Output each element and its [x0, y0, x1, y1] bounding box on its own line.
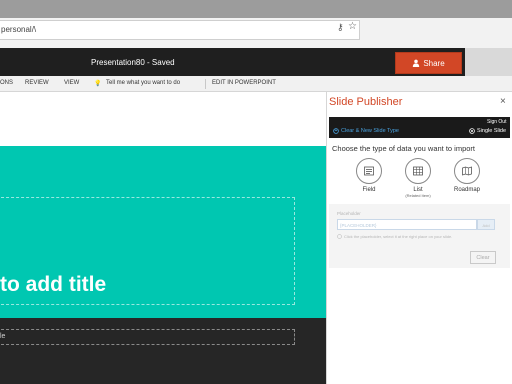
placeholder-label: Placeholder	[337, 211, 361, 216]
clear-new-label: Clear & New Slide Type	[341, 128, 399, 134]
choice-roadmap-label: Roadmap	[453, 187, 480, 193]
choice-field-label: Field	[362, 187, 376, 193]
clear-button[interactable]: Clear	[470, 251, 496, 264]
choice-field[interactable]: Field	[349, 158, 389, 193]
address-bar[interactable]: personal/\	[0, 20, 360, 40]
lightbulb-icon: 💡	[94, 81, 102, 87]
single-slide-option[interactable]: Single Slide	[469, 128, 506, 134]
refresh-icon	[333, 128, 339, 134]
share-button[interactable]: Share	[395, 52, 462, 74]
tab-review[interactable]: REVIEW	[25, 80, 49, 86]
choice-roadmap[interactable]: Roadmap	[447, 158, 487, 193]
subtitle-placeholder[interactable]	[0, 329, 295, 345]
bookmark-star-icon[interactable]: ☆	[348, 21, 357, 32]
radio-icon	[469, 128, 475, 134]
share-label: Share	[423, 58, 445, 68]
ribbon-tabs: ONS REVIEW VIEW 💡 Tell me what you want …	[0, 76, 512, 92]
map-icon	[454, 158, 480, 184]
key-icon[interactable]: ⚷	[337, 22, 344, 33]
slide-title[interactable]: to add title	[0, 273, 106, 297]
info-icon	[337, 234, 342, 239]
app-title-bar-right	[465, 48, 512, 76]
tell-me-search[interactable]: Tell me what you want to do	[106, 80, 180, 86]
document-title: Presentation80 - Saved	[91, 58, 175, 67]
single-slide-label: Single Slide	[477, 128, 507, 134]
grid-icon	[405, 158, 431, 184]
tab-animations[interactable]: ONS	[0, 80, 13, 86]
edit-in-powerpoint-button[interactable]: EDIT IN POWERPOINT	[212, 80, 276, 86]
browser-toolbar: personal/\ ⚷ ☆	[0, 18, 512, 48]
slide-subtitle[interactable]: le	[0, 333, 5, 340]
placeholder-hint: Click the placeholder, select it at the …	[337, 234, 452, 239]
browser-tab-strip	[0, 0, 512, 18]
person-icon	[413, 59, 420, 67]
choice-list[interactable]: List (Related Item)	[398, 158, 438, 198]
ribbon-separator	[205, 79, 206, 89]
close-icon[interactable]: ×	[500, 96, 506, 107]
address-text: personal/\	[1, 25, 37, 34]
clear-new-slide-type-link[interactable]: Clear & New Slide Type	[333, 128, 399, 134]
slide-footer-band	[0, 318, 326, 384]
tab-view[interactable]: VIEW	[64, 80, 79, 86]
pane-title: Slide Publisher	[329, 96, 403, 108]
placeholder-hint-text: Click the placeholder, select it at the …	[344, 234, 453, 239]
document-icon	[356, 158, 382, 184]
choose-instruction: Choose the type of data you want to impo…	[332, 144, 476, 153]
sign-out-link[interactable]: Sign Out	[487, 119, 506, 125]
placeholder-input[interactable]: {PLACEHOLDER}	[337, 219, 477, 230]
choice-list-sublabel: (Related Item)	[405, 193, 431, 198]
add-placeholder-button[interactable]: Add	[477, 219, 495, 230]
